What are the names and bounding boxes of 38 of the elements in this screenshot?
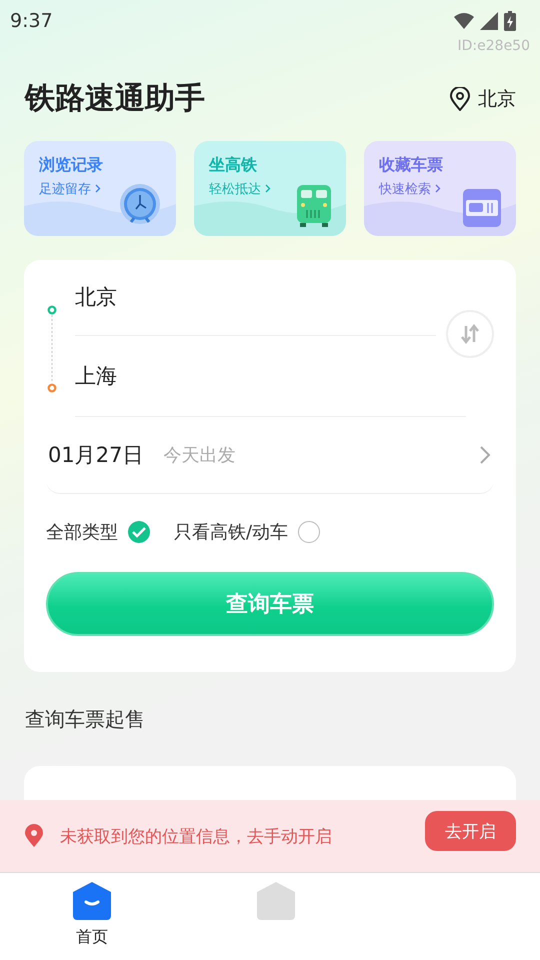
departure-station[interactable]: 北京 <box>75 258 436 336</box>
shortcut-title: 收藏车票 <box>379 155 443 174</box>
wifi-icon <box>454 13 474 29</box>
chevron-right-icon <box>95 184 102 193</box>
user-id: ID:e28e50 <box>458 38 530 54</box>
shortcut-title: 浏览记录 <box>39 155 103 174</box>
checkmark-icon <box>132 526 146 538</box>
date-hint: 今天出发 <box>163 444 236 467</box>
swap-button[interactable] <box>446 310 494 358</box>
filter-label[interactable]: 全部类型 <box>46 520 118 544</box>
banner-message: 未获取到您的位置信息，去手动开启 <box>60 826 333 848</box>
shortcut-title: 坐高铁 <box>209 155 257 174</box>
shortcut-subtitle: 轻松抵达 <box>209 180 346 198</box>
enable-location-button[interactable]: 去开启 <box>425 811 516 851</box>
signal-icon <box>480 12 498 30</box>
home-icon <box>72 881 112 921</box>
filter-label[interactable]: 只看高铁/动车 <box>174 520 288 544</box>
chevron-right-icon <box>265 184 272 193</box>
date-picker[interactable]: 01月27日 今天出发 <box>46 417 494 494</box>
location-pin-icon <box>450 86 470 110</box>
travel-date: 01月27日 <box>48 442 144 469</box>
status-time: 9:37 <box>10 10 53 32</box>
app-title: 铁路速通助手 <box>25 80 205 118</box>
location-pin-icon <box>24 824 44 848</box>
route-line-icon <box>47 304 57 392</box>
shortcut-subtitle: 足迹留存 <box>39 180 176 198</box>
shortcut-subtitle: 快速检索 <box>379 180 516 198</box>
ticket-icon <box>462 188 502 228</box>
battery-icon <box>504 11 516 31</box>
radio-button[interactable] <box>298 521 320 543</box>
chevron-right-icon <box>480 446 490 464</box>
home-icon <box>256 881 296 921</box>
city-selector[interactable]: 北京 <box>478 86 516 112</box>
swap-icon <box>459 322 481 344</box>
section-title: 查询车票起售 <box>25 706 146 733</box>
chevron-right-icon <box>435 184 442 193</box>
radio-button[interactable] <box>128 521 150 543</box>
train-icon <box>296 184 332 228</box>
